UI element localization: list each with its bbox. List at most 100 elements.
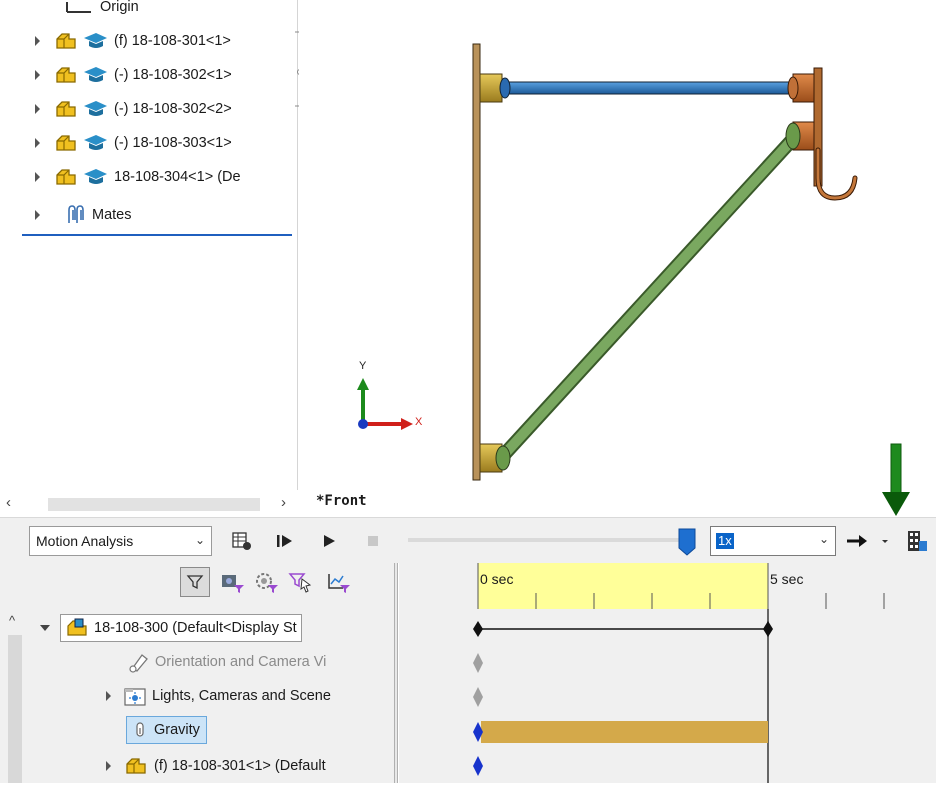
film-icon: [908, 531, 927, 551]
tree-item-label: Mates: [92, 207, 132, 223]
motion-tree-item-lights[interactable]: Lights, Cameras and Scene: [106, 681, 331, 711]
caret-down-icon: [882, 540, 888, 543]
playback-slider-handle[interactable]: [678, 528, 696, 556]
mates-icon: [64, 204, 86, 226]
stop-button[interactable]: [361, 529, 385, 553]
play-from-start-icon: [277, 535, 292, 547]
chevron-down-icon: ⌄: [818, 532, 829, 546]
playback-speed-value: 1x: [716, 533, 734, 549]
motion-tree-item-orientation[interactable]: Orientation and Camera Vi: [128, 647, 326, 677]
bracket-assembly-model[interactable]: [299, 0, 936, 515]
study-type-value: Motion Analysis: [36, 533, 134, 549]
assembly-key-end[interactable]: [763, 621, 773, 637]
play-from-start-button[interactable]: [272, 529, 296, 553]
expand-arrow-icon[interactable]: [106, 761, 111, 771]
tree-item-part[interactable]: (-) 18-108-302<2>: [0, 94, 298, 124]
timeline-tick-label: 5 sec: [770, 571, 804, 587]
stop-icon: [368, 536, 378, 546]
motion-tree-item-label: Gravity: [154, 722, 200, 738]
expand-arrow-icon[interactable]: [35, 104, 40, 114]
motion-tree-scrollbar[interactable]: [8, 635, 22, 783]
filter-driving-button[interactable]: [254, 571, 280, 598]
motion-timeline[interactable]: 0 sec 5 sec: [399, 563, 936, 783]
tree-item-label: (-) 18-108-302<2>: [114, 101, 232, 117]
origin-icon: [64, 0, 94, 16]
graphics-viewport[interactable]: Y X: [299, 0, 936, 515]
indicator-arrow-icon: [882, 443, 910, 516]
calculate-icon: [232, 532, 251, 550]
mortarboard-icon: [82, 30, 108, 52]
expand-arrow-icon[interactable]: [35, 70, 40, 80]
mortarboard-icon: [82, 166, 108, 188]
save-animation-button[interactable]: [904, 529, 928, 553]
collapse-up-icon[interactable]: ^: [9, 613, 15, 628]
expand-arrow-icon[interactable]: [35, 172, 40, 182]
filter-button[interactable]: [180, 567, 210, 597]
expand-arrow-icon[interactable]: [35, 138, 40, 148]
study-type-dropdown[interactable]: Motion Analysis ⌄: [29, 526, 212, 556]
playback-mode-button[interactable]: [845, 529, 869, 553]
calculate-button[interactable]: [230, 529, 254, 553]
gravity-icon: [133, 720, 149, 740]
triad-x-label: X: [415, 416, 423, 428]
motion-tree-item-gravity[interactable]: Gravity: [126, 715, 207, 745]
play-icon: [324, 535, 335, 547]
tree-item-origin[interactable]: Origin: [0, 0, 298, 22]
part-key[interactable]: [473, 756, 483, 776]
expand-arrow-icon[interactable]: [35, 210, 40, 220]
camera-icon: [128, 651, 150, 673]
tree-item-part[interactable]: (-) 18-108-303<1>: [0, 128, 298, 158]
tree-item-label: Origin: [100, 0, 139, 15]
tree-item-mates[interactable]: Mates: [0, 200, 298, 230]
motion-feature-tree: 18-108-300 (Default<Display St Orientati…: [30, 609, 398, 783]
view-orientation-label: *Front: [316, 493, 367, 509]
tree-item-part[interactable]: (f) 18-108-301<1>: [0, 26, 298, 56]
motion-tree-gutter: ^: [0, 609, 30, 783]
filter-animated-button[interactable]: [220, 571, 246, 598]
expand-arrow-icon[interactable]: [106, 691, 111, 701]
filter-results-button[interactable]: [326, 571, 352, 598]
results-filter-icon: [328, 574, 350, 593]
tree-rollback-bar[interactable]: [22, 234, 292, 236]
tree-item-label: (-) 18-108-302<1>: [114, 67, 232, 83]
playback-speed-dropdown[interactable]: 1x ⌄: [710, 526, 836, 556]
part-icon: [123, 755, 149, 777]
tree-horizontal-scrollbar[interactable]: ‹ ›: [0, 494, 298, 514]
motion-tree-item-label: 18-108-300 (Default<Display St: [94, 620, 297, 636]
assembly-row-box: 18-108-300 (Default<Display St: [60, 614, 302, 642]
lights-folder-icon: [123, 685, 147, 707]
lights-key[interactable]: [473, 687, 483, 707]
chevron-down-icon: ⌄: [194, 533, 205, 547]
assembly-key-start[interactable]: [473, 621, 483, 637]
gravity-bar[interactable]: [481, 721, 768, 743]
motion-tree-item-assembly[interactable]: 18-108-300 (Default<Display St: [40, 613, 302, 643]
playback-slider-track[interactable]: [408, 538, 686, 542]
filter-selected-button[interactable]: [288, 571, 314, 598]
part-icon: [52, 132, 80, 154]
mortarboard-icon: [82, 64, 108, 86]
collapse-arrow-icon[interactable]: [40, 625, 50, 631]
triad-y-label: Y: [359, 360, 367, 372]
motion-tree-item-part[interactable]: (f) 18-108-301<1> (Default: [106, 751, 326, 781]
tree-item-label: (-) 18-108-303<1>: [114, 135, 232, 151]
feature-tree: Origin (f) 18-108-301<1> (-) 18-108-302<…: [0, 0, 305, 490]
scrollbar-thumb[interactable]: [48, 498, 260, 511]
scroll-right-icon[interactable]: ›: [281, 494, 286, 511]
play-button[interactable]: [317, 529, 341, 553]
filter-icon: [186, 575, 204, 590]
motion-panel-splitter[interactable]: [394, 563, 398, 783]
orientation-key[interactable]: [473, 653, 483, 673]
part-icon: [52, 30, 80, 52]
tree-item-label: (f) 18-108-301<1>: [114, 33, 231, 49]
playback-mode-dropdown[interactable]: [878, 529, 892, 553]
motion-tree-item-label: (f) 18-108-301<1> (Default: [154, 758, 326, 774]
scroll-left-icon[interactable]: ‹: [6, 494, 11, 511]
part-icon: [52, 64, 80, 86]
timeline-range-highlight: [478, 563, 768, 609]
tree-item-part[interactable]: (-) 18-108-302<1>: [0, 60, 298, 90]
expand-arrow-icon[interactable]: [35, 36, 40, 46]
tree-item-part[interactable]: 18-108-304<1> (De: [0, 162, 298, 192]
mortarboard-icon: [82, 98, 108, 120]
motion-tree-item-label: Orientation and Camera Vi: [155, 654, 327, 670]
mortarboard-icon: [82, 132, 108, 154]
